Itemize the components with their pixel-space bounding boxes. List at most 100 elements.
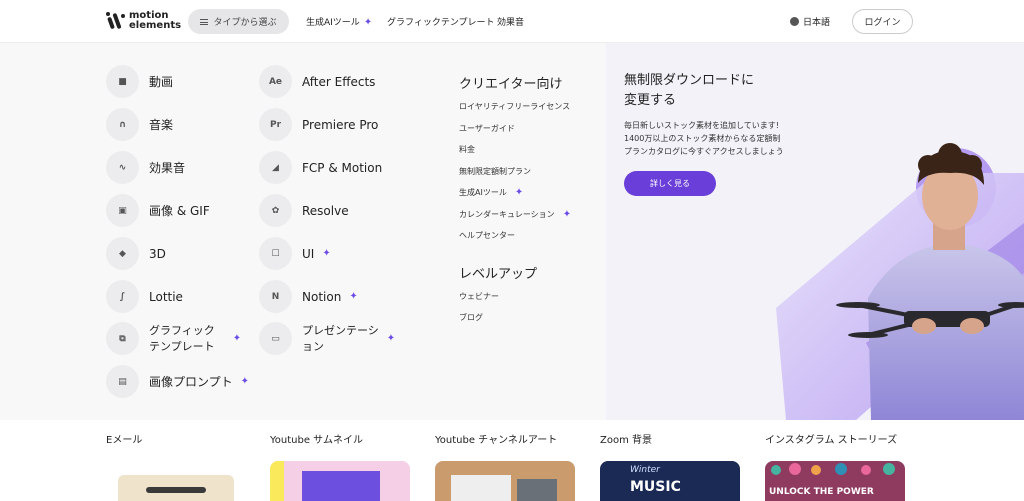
sparkle-icon: ✦ <box>240 376 250 387</box>
promo-description: 毎日新しいストック素材を追加しています! 1400万以上のストック素材からなる定… <box>624 119 784 158</box>
stories-thumb-ball <box>883 463 895 475</box>
menu-item-music[interactable]: ∩ 音楽 <box>106 108 173 141</box>
ui-icon: ☐ <box>259 237 292 270</box>
menu-item-label: FCP & Motion <box>302 160 383 175</box>
link-calendar-curation[interactable]: カレンダーキュレーション ✦ <box>459 209 571 220</box>
link-royalty-free-license[interactable]: ロイヤリティフリーライセンス <box>459 101 570 112</box>
logo-text: motion elements <box>129 11 181 31</box>
menu-item-graphic-templates[interactable]: ⧉ グラフィック テンプレート ✦ <box>106 322 241 355</box>
card-thumb-youtube-channel-art[interactable] <box>435 461 575 501</box>
fcp-icon: ◢ <box>259 151 292 184</box>
youtube-thumb-panel <box>302 471 380 501</box>
link-ai-tools-label: 生成AIツール <box>459 188 507 197</box>
menu-item-label: 画像プロンプト <box>149 375 233 389</box>
promo-title-line1: 無制限ダウンロードに <box>624 73 755 88</box>
card-thumb-email[interactable] <box>106 461 246 501</box>
logo-mark-icon <box>104 10 126 32</box>
menu-item-fcp-motion[interactable]: ◢ FCP & Motion <box>259 151 382 184</box>
promo-text-line2: 1400万以上のストック素材からなる定額制 <box>624 134 781 143</box>
menu-item-label: 音楽 <box>149 118 174 132</box>
menu-item-label: 3D <box>149 246 166 261</box>
nav-sound-effects[interactable]: 効果音 <box>497 15 524 28</box>
premiere-pro-icon: Pr <box>259 108 292 141</box>
image-icon: ▣ <box>106 194 139 227</box>
menu-item-resolve[interactable]: ✿ Resolve <box>259 194 349 227</box>
menu-item-notion[interactable]: N Notion ✦ <box>259 280 358 313</box>
image-prompt-icon: ▤ <box>106 365 139 398</box>
promo-title: 無制限ダウンロードに 変更する <box>624 71 754 111</box>
nav-ai-tools-label: 生成AIツール <box>306 18 360 28</box>
login-button[interactable]: ログイン <box>852 9 913 34</box>
sparkle-icon: ✦ <box>322 248 331 259</box>
link-unlimited-plan[interactable]: 無制限定額制プラン <box>459 166 531 177</box>
stories-thumb-ball <box>771 465 781 475</box>
link-help-center[interactable]: ヘルプセンター <box>459 230 515 241</box>
sparkle-icon: ✦ <box>562 209 572 220</box>
card-label-youtube-thumbnail[interactable]: Youtube サムネイル <box>270 431 363 446</box>
link-ai-tools[interactable]: 生成AIツール ✦ <box>459 187 523 198</box>
headphones-icon: ∩ <box>106 108 139 141</box>
card-label-instagram-stories[interactable]: インスタグラム ストーリーズ <box>765 431 897 446</box>
stories-thumb-ball <box>861 465 871 475</box>
hamburger-icon <box>200 18 209 25</box>
menu-item-sound-effects[interactable]: ∿ 効果音 <box>106 151 185 184</box>
card-thumb-youtube-thumbnail[interactable] <box>270 461 410 501</box>
menu-item-video[interactable]: ■ 動画 <box>106 65 173 98</box>
menu-item-lottie[interactable]: ∫ Lottie <box>106 280 183 313</box>
zoom-thumb-text-line2: MUSIC <box>630 479 681 495</box>
menu-item-image-gif[interactable]: ▣ 画像 & GIF <box>106 194 210 227</box>
card-label-email[interactable]: Eメール <box>106 431 142 446</box>
sparkle-icon: ✦ <box>514 187 524 198</box>
email-thumb-stars <box>146 487 206 493</box>
type-select-button[interactable]: タイプから選ぶ <box>188 9 289 34</box>
card-thumb-zoom-background[interactable]: Winter MUSIC <box>600 461 740 501</box>
channel-art-paper <box>451 475 511 501</box>
menu-item-after-effects[interactable]: Ae After Effects <box>259 65 375 98</box>
waveform-icon: ∿ <box>106 151 139 184</box>
after-effects-icon: Ae <box>259 65 292 98</box>
mega-menu-panel <box>0 43 606 420</box>
menu-item-label: 画像 & GIF <box>149 204 210 218</box>
menu-item-label: グラフィック テンプレート <box>149 323 215 355</box>
learn-more-button[interactable]: 詳しく見る <box>624 171 716 196</box>
menu-item-label-line2: テンプレート <box>149 339 215 353</box>
graphic-template-icon: ⧉ <box>106 322 139 355</box>
menu-item-premiere-pro[interactable]: Pr Premiere Pro <box>259 108 378 141</box>
card-thumb-instagram-stories[interactable]: UNLOCK THE POWER <box>765 461 905 501</box>
menu-item-label: プレゼンテーシ ョン <box>302 323 379 355</box>
menu-item-ui[interactable]: ☐ UI ✦ <box>259 237 331 270</box>
promo-panel: 無制限ダウンロードに 変更する 毎日新しいストック素材を追加しています! 140… <box>606 43 1024 420</box>
creators-heading: クリエイター向け <box>459 77 563 92</box>
top-header: motion elements タイプから選ぶ 生成AIツール ✦ グラフィックテ… <box>0 0 1024 43</box>
presentation-icon: ▭ <box>259 322 292 355</box>
nav-graphic-templates[interactable]: グラフィックテンプレート <box>387 15 495 28</box>
promo-text-line1: 毎日新しいストック素材を追加しています! <box>624 121 779 130</box>
card-label-zoom-background[interactable]: Zoom 背景 <box>600 431 652 446</box>
menu-item-label-line1: プレゼンテーシ <box>302 323 379 337</box>
link-webinar[interactable]: ウェビナー <box>459 291 499 302</box>
lottie-icon: ∫ <box>106 280 139 313</box>
menu-item-label: Lottie <box>149 289 183 304</box>
link-user-guide[interactable]: ユーザーガイド <box>459 123 515 134</box>
type-select-label: タイプから選ぶ <box>213 18 277 28</box>
stories-thumb-ball <box>811 465 821 475</box>
brand-logo[interactable]: motion elements <box>104 10 181 32</box>
link-blog[interactable]: ブログ <box>459 312 483 323</box>
youtube-thumb-bar <box>270 461 284 501</box>
language-label: 日本語 <box>803 18 831 28</box>
menu-item-label-line1: グラフィック <box>149 323 215 337</box>
globe-icon <box>790 17 799 26</box>
link-pricing[interactable]: 料金 <box>459 144 475 155</box>
nav-ai-tools[interactable]: 生成AIツール ✦ <box>306 15 372 28</box>
levelup-heading: レベルアップ <box>459 267 538 282</box>
menu-item-label: UI <box>302 246 315 261</box>
promo-title-line2: 変更する <box>624 93 677 108</box>
card-label-youtube-channel-art[interactable]: Youtube チャンネルアート <box>435 431 557 446</box>
menu-item-label: Premiere Pro <box>302 117 379 132</box>
menu-item-presentation[interactable]: ▭ プレゼンテーシ ョン ✦ <box>259 322 395 355</box>
video-icon: ■ <box>106 65 139 98</box>
menu-item-3d[interactable]: ◆ 3D <box>106 237 166 270</box>
menu-item-image-prompt[interactable]: ▤ 画像プロンプト ✦ <box>106 365 249 398</box>
menu-item-label: Notion <box>302 289 342 304</box>
language-selector[interactable]: 日本語 <box>790 15 830 28</box>
